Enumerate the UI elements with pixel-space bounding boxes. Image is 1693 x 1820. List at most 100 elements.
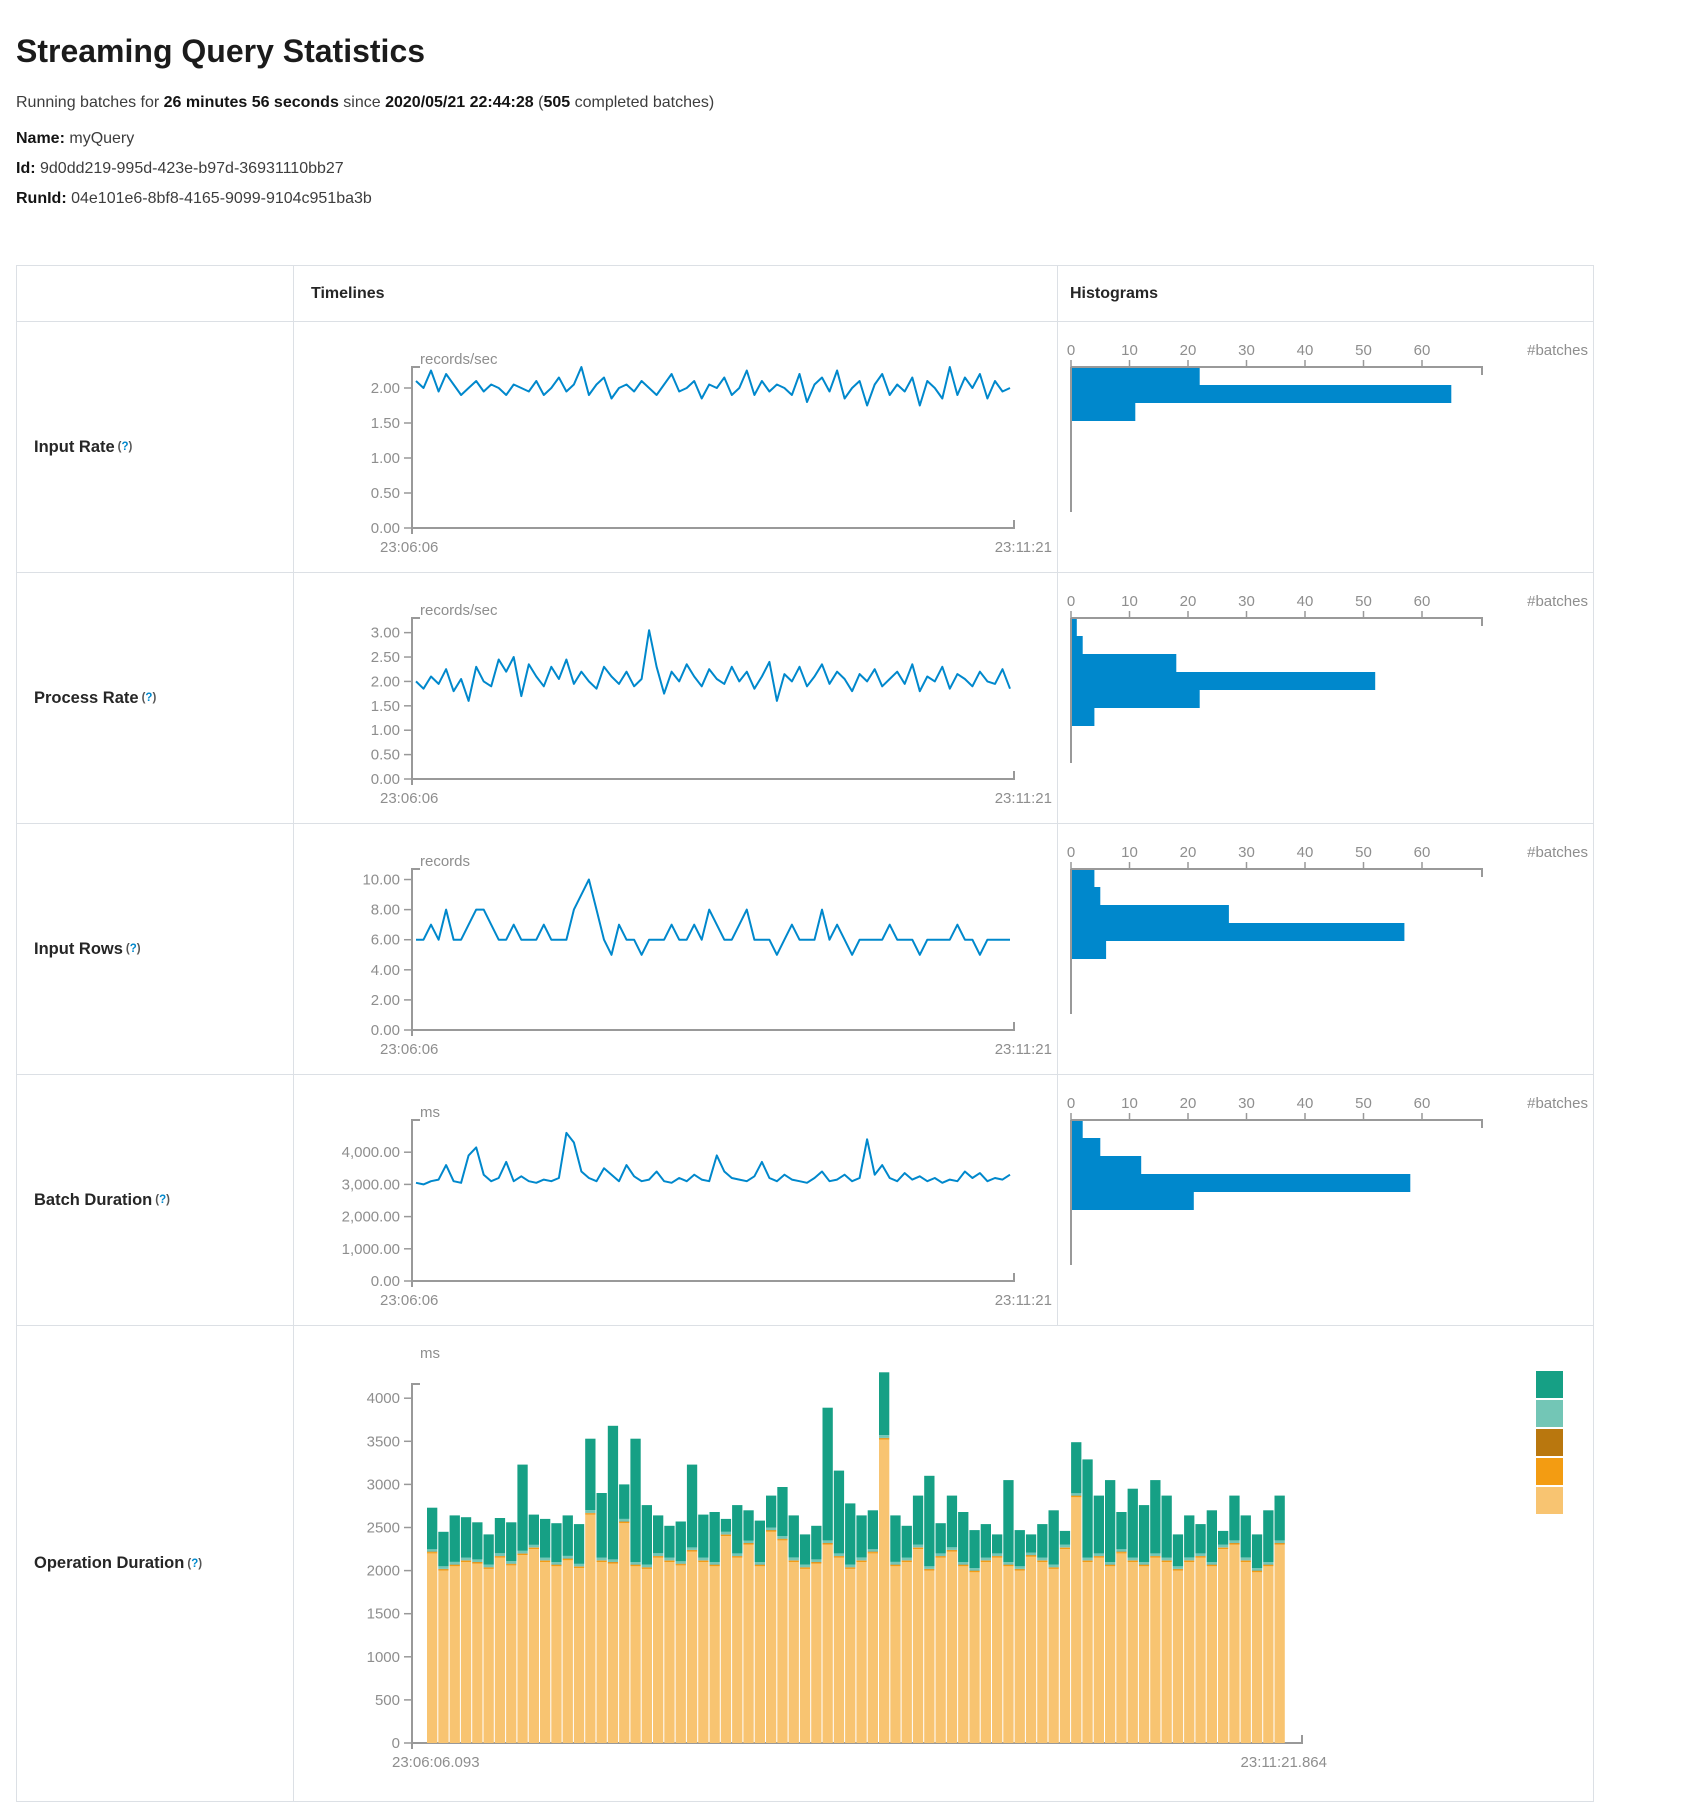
svg-text:records/sec: records/sec xyxy=(420,602,498,619)
svg-text:#batches: #batches xyxy=(1527,1095,1588,1112)
table-header-row: Timelines Histograms xyxy=(17,266,1593,321)
svg-text:6.00: 6.00 xyxy=(371,932,400,949)
svg-text:0.50: 0.50 xyxy=(371,747,400,764)
query-name-value: myQuery xyxy=(69,130,134,147)
svg-text:1.50: 1.50 xyxy=(371,415,400,432)
header-empty-cell xyxy=(17,266,293,321)
svg-text:23:06:06: 23:06:06 xyxy=(380,790,438,807)
svg-text:50: 50 xyxy=(1355,844,1372,861)
svg-text:0.00: 0.00 xyxy=(371,771,400,788)
svg-text:ms: ms xyxy=(420,1345,440,1362)
page-title: Streaming Query Statistics xyxy=(16,33,425,70)
svg-text:23:11:21: 23:11:21 xyxy=(995,790,1052,807)
svg-text:20: 20 xyxy=(1180,342,1197,359)
input-rate-help-icon[interactable]: (?) xyxy=(118,441,133,453)
legend-swatch-3 xyxy=(1536,1429,1563,1456)
svg-text:20: 20 xyxy=(1180,593,1197,610)
svg-text:#batches: #batches xyxy=(1527,593,1588,610)
svg-text:40: 40 xyxy=(1297,593,1314,610)
input-rows-label: Input Rows xyxy=(34,940,123,959)
svg-text:3.00: 3.00 xyxy=(371,625,400,642)
svg-text:2.00: 2.00 xyxy=(371,380,400,397)
svg-text:10: 10 xyxy=(1121,342,1138,359)
process-rate-help-icon[interactable]: (?) xyxy=(142,692,157,704)
input-rate-row: Input Rate (?) records/sec0.000.501.001.… xyxy=(17,321,1593,572)
batch-duration-row: Batch Duration (?) ms0.001,000.002,000.0… xyxy=(17,1074,1593,1325)
batch-duration-help-icon[interactable]: (?) xyxy=(155,1194,170,1206)
query-id-label: Id: xyxy=(16,160,36,177)
summary-suffix: completed batches) xyxy=(570,94,714,111)
streaming-query-statistics-page: Streaming Query Statistics Running batch… xyxy=(0,0,1693,1820)
svg-text:40: 40 xyxy=(1297,1095,1314,1112)
svg-text:50: 50 xyxy=(1355,342,1372,359)
summary-open-paren: ( xyxy=(534,94,544,111)
svg-text:23:06:06.093: 23:06:06.093 xyxy=(392,1754,480,1771)
running-batches-summary: Running batches for 26 minutes 56 second… xyxy=(16,94,714,112)
svg-text:0.50: 0.50 xyxy=(371,485,400,502)
input-rows-histogram-chart: 0102030405060#batches xyxy=(1057,824,1593,1074)
svg-text:0.00: 0.00 xyxy=(371,1022,400,1039)
svg-text:3,000.00: 3,000.00 xyxy=(342,1176,400,1193)
input-rows-row: Input Rows (?) records0.002.004.006.008.… xyxy=(17,823,1593,1074)
svg-text:30: 30 xyxy=(1238,844,1255,861)
legend-swatch-4 xyxy=(1536,1458,1563,1485)
batch-duration-histogram-chart: 0102030405060#batches xyxy=(1057,1075,1593,1325)
svg-text:30: 30 xyxy=(1238,1095,1255,1112)
svg-text:23:06:06: 23:06:06 xyxy=(380,1292,438,1309)
svg-text:10: 10 xyxy=(1121,844,1138,861)
svg-text:30: 30 xyxy=(1238,593,1255,610)
operation-duration-help-icon[interactable]: (?) xyxy=(187,1558,202,1570)
svg-text:23:11:21.864: 23:11:21.864 xyxy=(1241,1754,1327,1771)
input-rows-timeline-chart: records0.002.004.006.008.0010.0023:06:06… xyxy=(293,824,1057,1074)
start-timestamp: 2020/05/21 22:44:28 xyxy=(385,94,534,111)
completed-batches-count: 505 xyxy=(543,94,570,111)
svg-text:0.00: 0.00 xyxy=(371,1273,400,1290)
svg-text:500: 500 xyxy=(375,1692,400,1709)
svg-text:1.00: 1.00 xyxy=(371,722,400,739)
svg-text:23:06:06: 23:06:06 xyxy=(380,539,438,556)
svg-text:23:11:21: 23:11:21 xyxy=(995,1041,1052,1058)
statistics-table: Timelines Histograms Input Rate (?) reco… xyxy=(16,265,1594,1802)
process-rate-label: Process Rate xyxy=(34,689,139,708)
process-rate-histogram-chart: 0102030405060#batches xyxy=(1057,573,1593,823)
operation-duration-row: Operation Duration (?) ms 0 500 1000 1500 200… xyxy=(17,1325,1593,1801)
svg-text:20: 20 xyxy=(1180,844,1197,861)
svg-text:40: 40 xyxy=(1297,844,1314,861)
svg-text:records: records xyxy=(420,853,470,870)
input-rate-histogram-chart: 0102030405060#batches xyxy=(1057,322,1593,572)
svg-text:2.50: 2.50 xyxy=(371,649,400,666)
svg-text:1,000.00: 1,000.00 xyxy=(342,1241,400,1258)
batch-duration-timeline-chart: ms0.001,000.002,000.003,000.004,000.0023… xyxy=(293,1075,1057,1325)
svg-text:#batches: #batches xyxy=(1527,844,1588,861)
query-runid-label: RunId: xyxy=(16,190,67,207)
svg-text:1.00: 1.00 xyxy=(371,450,400,467)
svg-text:2.00: 2.00 xyxy=(371,992,400,1009)
svg-text:50: 50 xyxy=(1355,1095,1372,1112)
query-id-line: Id: 9d0dd219-995d-423e-b97d-36931110bb27 xyxy=(16,160,344,178)
svg-text:50: 50 xyxy=(1355,593,1372,610)
svg-text:60: 60 xyxy=(1414,593,1431,610)
svg-text:#batches: #batches xyxy=(1527,342,1588,359)
input-rows-help-icon[interactable]: (?) xyxy=(126,943,141,955)
svg-text:0: 0 xyxy=(1067,342,1075,359)
svg-text:0.00: 0.00 xyxy=(371,520,400,537)
svg-text:0: 0 xyxy=(1067,593,1075,610)
svg-text:1500: 1500 xyxy=(367,1606,400,1623)
svg-text:ms: ms xyxy=(420,1104,440,1121)
input-rate-timeline-chart: records/sec0.000.501.001.502.0023:06:062… xyxy=(293,322,1057,572)
svg-text:4000: 4000 xyxy=(367,1390,400,1407)
svg-text:0: 0 xyxy=(392,1735,400,1752)
input-rate-label-cell: Input Rate (?) xyxy=(17,322,293,572)
query-runid-value: 04e101e6-8bf8-4165-9099-9104c951ba3b xyxy=(71,190,372,207)
svg-text:2,000.00: 2,000.00 xyxy=(342,1209,400,1226)
input-rows-label-cell: Input Rows (?) xyxy=(17,824,293,1074)
operation-duration-stacked-chart: ms0500100015002000250030003500400023:06:… xyxy=(293,1326,1593,1801)
svg-text:60: 60 xyxy=(1414,342,1431,359)
svg-text:1000: 1000 xyxy=(367,1649,400,1666)
svg-text:2000: 2000 xyxy=(367,1563,400,1580)
svg-text:60: 60 xyxy=(1414,844,1431,861)
summary-since: since xyxy=(339,94,385,111)
query-name-label: Name: xyxy=(16,130,65,147)
operation-duration-label: Operation Duration xyxy=(34,1554,184,1573)
process-rate-label-cell: Process Rate (?) xyxy=(17,573,293,823)
